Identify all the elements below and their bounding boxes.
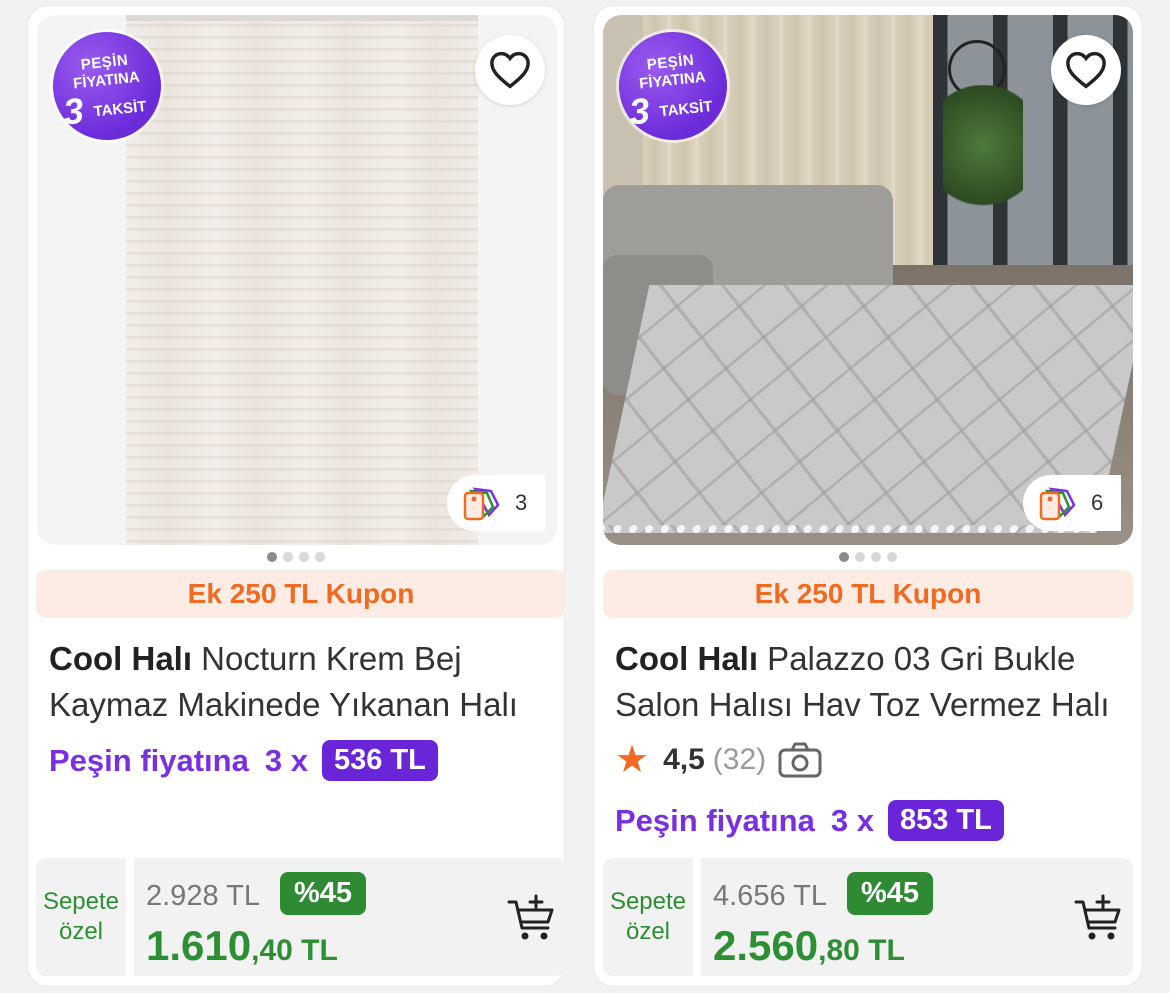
sale-price-cents: ,80 TL	[818, 934, 905, 967]
add-to-cart-icon[interactable]	[1073, 894, 1123, 944]
badge-line-4: TAKSİT	[658, 98, 714, 121]
rug-photo	[126, 15, 478, 545]
brand-name: Cool Halı	[49, 640, 193, 677]
rating-score: 4,5	[663, 743, 705, 776]
installment-amount: 853 TL	[887, 800, 1004, 841]
price-bar: Sepete özel 2.928 TL %45 1.610,40 TL	[36, 858, 566, 976]
star-icon: ★	[615, 739, 650, 781]
rating[interactable]: ★ 4,5 (32)	[615, 739, 822, 781]
favorite-button[interactable]	[1051, 35, 1121, 105]
installment-amount: 536 TL	[321, 740, 438, 781]
pagination-dot[interactable]	[855, 552, 865, 562]
badge-number: 3	[627, 89, 652, 133]
product-title[interactable]: Cool Halı Palazzo 03 Gri Bukle Salon Hal…	[615, 636, 1115, 728]
sale-price-cents: ,40 TL	[251, 934, 338, 967]
heart-icon	[490, 51, 530, 89]
image-pagination	[594, 552, 1142, 562]
price-tags-icon	[463, 487, 500, 521]
basket-special-line-1: Sepete	[42, 888, 120, 915]
sale-price: 2.560,80 TL	[713, 922, 905, 970]
pagination-dot[interactable]	[839, 552, 849, 562]
installment-count: 3 x	[264, 742, 308, 778]
variant-count-button[interactable]: 3	[447, 475, 545, 531]
variant-count-button[interactable]: 6	[1023, 475, 1121, 531]
basket-special-label: Sepete özel	[603, 858, 693, 976]
brand-name: Cool Halı	[615, 640, 759, 677]
installment-info: Peşin fiyatına 3 x 853 TL	[615, 800, 1004, 841]
product-image[interactable]: PEŞİN FİYATINA 3 TAKSİT 6	[603, 15, 1133, 545]
discount-badge: %45	[847, 872, 934, 915]
product-image[interactable]: PEŞİN FİYATINA 3 TAKSİT 3	[37, 15, 557, 545]
photo-plant	[943, 85, 1023, 235]
sale-price-main: 2.560	[713, 922, 819, 969]
discount-badge: %45	[280, 872, 367, 915]
image-pagination	[28, 552, 564, 562]
camera-icon	[778, 742, 822, 778]
basket-special-label: Sepete özel	[36, 858, 126, 976]
add-to-cart-icon[interactable]	[506, 894, 556, 944]
badge-number: 3	[61, 89, 86, 133]
pagination-dot[interactable]	[871, 552, 881, 562]
pagination-dot[interactable]	[315, 552, 325, 562]
original-price: 4.656 TL	[713, 880, 827, 912]
coupon-banner[interactable]: Ek 250 TL Kupon	[603, 570, 1133, 618]
basket-special-line-2: özel	[625, 918, 670, 945]
price-box: 4.656 TL %45 2.560,80 TL	[701, 858, 1133, 976]
rating-count: (32)	[712, 743, 767, 776]
basket-special-line-2: özel	[58, 918, 103, 945]
pagination-dot[interactable]	[283, 552, 293, 562]
basket-special-line-1: Sepete	[609, 888, 687, 915]
pagination-dot[interactable]	[887, 552, 897, 562]
sale-price-main: 1.610	[146, 922, 252, 969]
favorite-button[interactable]	[475, 35, 545, 105]
heart-icon	[1066, 51, 1106, 89]
original-price: 2.928 TL	[146, 880, 260, 912]
variant-count: 6	[1091, 490, 1104, 515]
product-card[interactable]: PEŞİN FİYATINA 3 TAKSİT 3 Ek 250 TL Kupo…	[28, 6, 566, 986]
price-tags-icon	[1039, 487, 1076, 521]
installment-label: Peşin fiyatına	[615, 802, 815, 838]
installment-label: Peşin fiyatına	[49, 742, 249, 778]
installment-info: Peşin fiyatına 3 x 536 TL	[49, 740, 438, 781]
pagination-dot[interactable]	[267, 552, 277, 562]
installment-count: 3 x	[830, 802, 874, 838]
sale-price: 1.610,40 TL	[146, 922, 338, 970]
coupon-banner[interactable]: Ek 250 TL Kupon	[36, 570, 566, 618]
badge-line-4: TAKSİT	[92, 98, 148, 121]
price-bar: Sepete özel 4.656 TL %45 2.560,80 TL	[603, 858, 1133, 976]
product-title[interactable]: Cool Halı Nocturn Krem Bej Kaymaz Makine…	[49, 636, 549, 728]
price-box: 2.928 TL %45 1.610,40 TL	[134, 858, 566, 976]
pagination-dot[interactable]	[299, 552, 309, 562]
product-card[interactable]: PEŞİN FİYATINA 3 TAKSİT 6 Ek 250 TL Kupo…	[594, 6, 1142, 986]
variant-count: 3	[515, 490, 528, 515]
